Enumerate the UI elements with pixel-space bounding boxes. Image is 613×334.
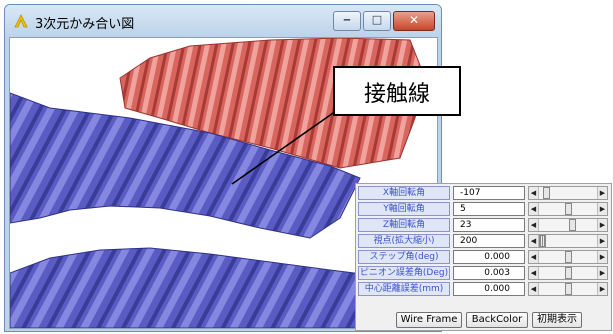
arrow-left-icon[interactable]: ◀ xyxy=(529,187,539,199)
z-rotation-input[interactable]: 23 xyxy=(453,218,525,232)
x-rotation-input[interactable]: -107 xyxy=(453,186,525,200)
slider-thumb[interactable] xyxy=(565,283,572,295)
arrow-right-icon[interactable]: ▶ xyxy=(597,267,607,279)
slider-thumb[interactable] xyxy=(565,267,572,279)
control-row-z-rotation: Z軸回転角 23 ◀ ▶ xyxy=(358,218,610,232)
initial-view-button[interactable]: 初期表示 xyxy=(532,312,582,328)
zoom-slider[interactable]: ◀ ▶ xyxy=(528,234,608,248)
arrow-left-icon[interactable]: ◀ xyxy=(529,267,539,279)
center-distance-error-slider[interactable]: ◀ ▶ xyxy=(528,282,608,296)
control-label: ステップ角(deg) xyxy=(358,250,450,264)
minimize-button[interactable]: ‒ xyxy=(333,11,361,31)
arrow-left-icon[interactable]: ◀ xyxy=(529,283,539,295)
pinion-error-input[interactable]: 0.003 xyxy=(453,266,525,280)
control-row-y-rotation: Y軸回転角 5 ◀ ▶ xyxy=(358,202,610,216)
zoom-input[interactable]: 200 xyxy=(453,234,525,248)
app-logo-icon xyxy=(14,14,28,28)
arrow-right-icon[interactable]: ▶ xyxy=(597,219,607,231)
window-title: 3次元かみ合い図 xyxy=(35,17,135,32)
arrow-right-icon[interactable]: ▶ xyxy=(597,283,607,295)
arrow-right-icon[interactable]: ▶ xyxy=(597,235,607,247)
y-rotation-slider[interactable]: ◀ ▶ xyxy=(528,202,608,216)
control-row-x-rotation: X軸回転角 -107 ◀ ▶ xyxy=(358,186,610,200)
arrow-left-icon[interactable]: ◀ xyxy=(529,235,539,247)
contact-line-callout: 接触線 xyxy=(333,66,461,116)
maximize-icon: □ xyxy=(371,13,383,26)
control-row-zoom: 視点(拡大縮小) 200 ◀ ▶ xyxy=(358,234,610,248)
arrow-right-icon[interactable]: ▶ xyxy=(597,251,607,263)
center-distance-error-input[interactable]: 0.000 xyxy=(453,282,525,296)
control-label: Z軸回転角 xyxy=(358,218,450,232)
arrow-left-icon[interactable]: ◀ xyxy=(529,251,539,263)
slider-thumb[interactable] xyxy=(565,251,572,263)
x-rotation-slider[interactable]: ◀ ▶ xyxy=(528,186,608,200)
control-label: Y軸回転角 xyxy=(358,202,450,216)
wire-frame-button[interactable]: Wire Frame xyxy=(396,312,462,328)
control-label: 視点(拡大縮小) xyxy=(358,234,450,248)
back-color-button[interactable]: BackColor xyxy=(466,312,528,328)
maximize-button[interactable]: □ xyxy=(363,11,391,31)
arrow-left-icon[interactable]: ◀ xyxy=(529,203,539,215)
slider-thumb[interactable] xyxy=(565,203,572,215)
close-icon: ✕ xyxy=(408,13,420,27)
control-label: ピニオン誤差角(Deg) xyxy=(358,266,450,280)
control-row-center-distance-error: 中心距離誤差(mm) 0.000 ◀ ▶ xyxy=(358,282,610,296)
y-rotation-input[interactable]: 5 xyxy=(453,202,525,216)
arrow-right-icon[interactable]: ▶ xyxy=(597,203,607,215)
close-button[interactable]: ✕ xyxy=(393,11,435,31)
control-row-pinion-error: ピニオン誤差角(Deg) 0.003 ◀ ▶ xyxy=(358,266,610,280)
control-label: X軸回転角 xyxy=(358,186,450,200)
title-bar[interactable]: 3次元かみ合い図 ‒ □ ✕ xyxy=(5,5,441,37)
step-angle-slider[interactable]: ◀ ▶ xyxy=(528,250,608,264)
arrow-left-icon[interactable]: ◀ xyxy=(529,219,539,231)
slider-thumb[interactable] xyxy=(569,219,576,231)
minimize-icon: ‒ xyxy=(343,13,351,26)
step-angle-input[interactable]: 0.000 xyxy=(453,250,525,264)
callout-label: 接触線 xyxy=(363,82,430,107)
pinion-error-slider[interactable]: ◀ ▶ xyxy=(528,266,608,280)
slider-thumb[interactable] xyxy=(539,235,546,247)
arrow-right-icon[interactable]: ▶ xyxy=(597,187,607,199)
control-panel: X軸回転角 -107 ◀ ▶ Y軸回転角 5 ◀ ▶ Z軸回転角 23 ◀ ▶ … xyxy=(355,183,612,331)
z-rotation-slider[interactable]: ◀ ▶ xyxy=(528,218,608,232)
slider-thumb[interactable] xyxy=(543,187,550,199)
control-label: 中心距離誤差(mm) xyxy=(358,282,450,296)
control-row-step-angle: ステップ角(deg) 0.000 ◀ ▶ xyxy=(358,250,610,264)
